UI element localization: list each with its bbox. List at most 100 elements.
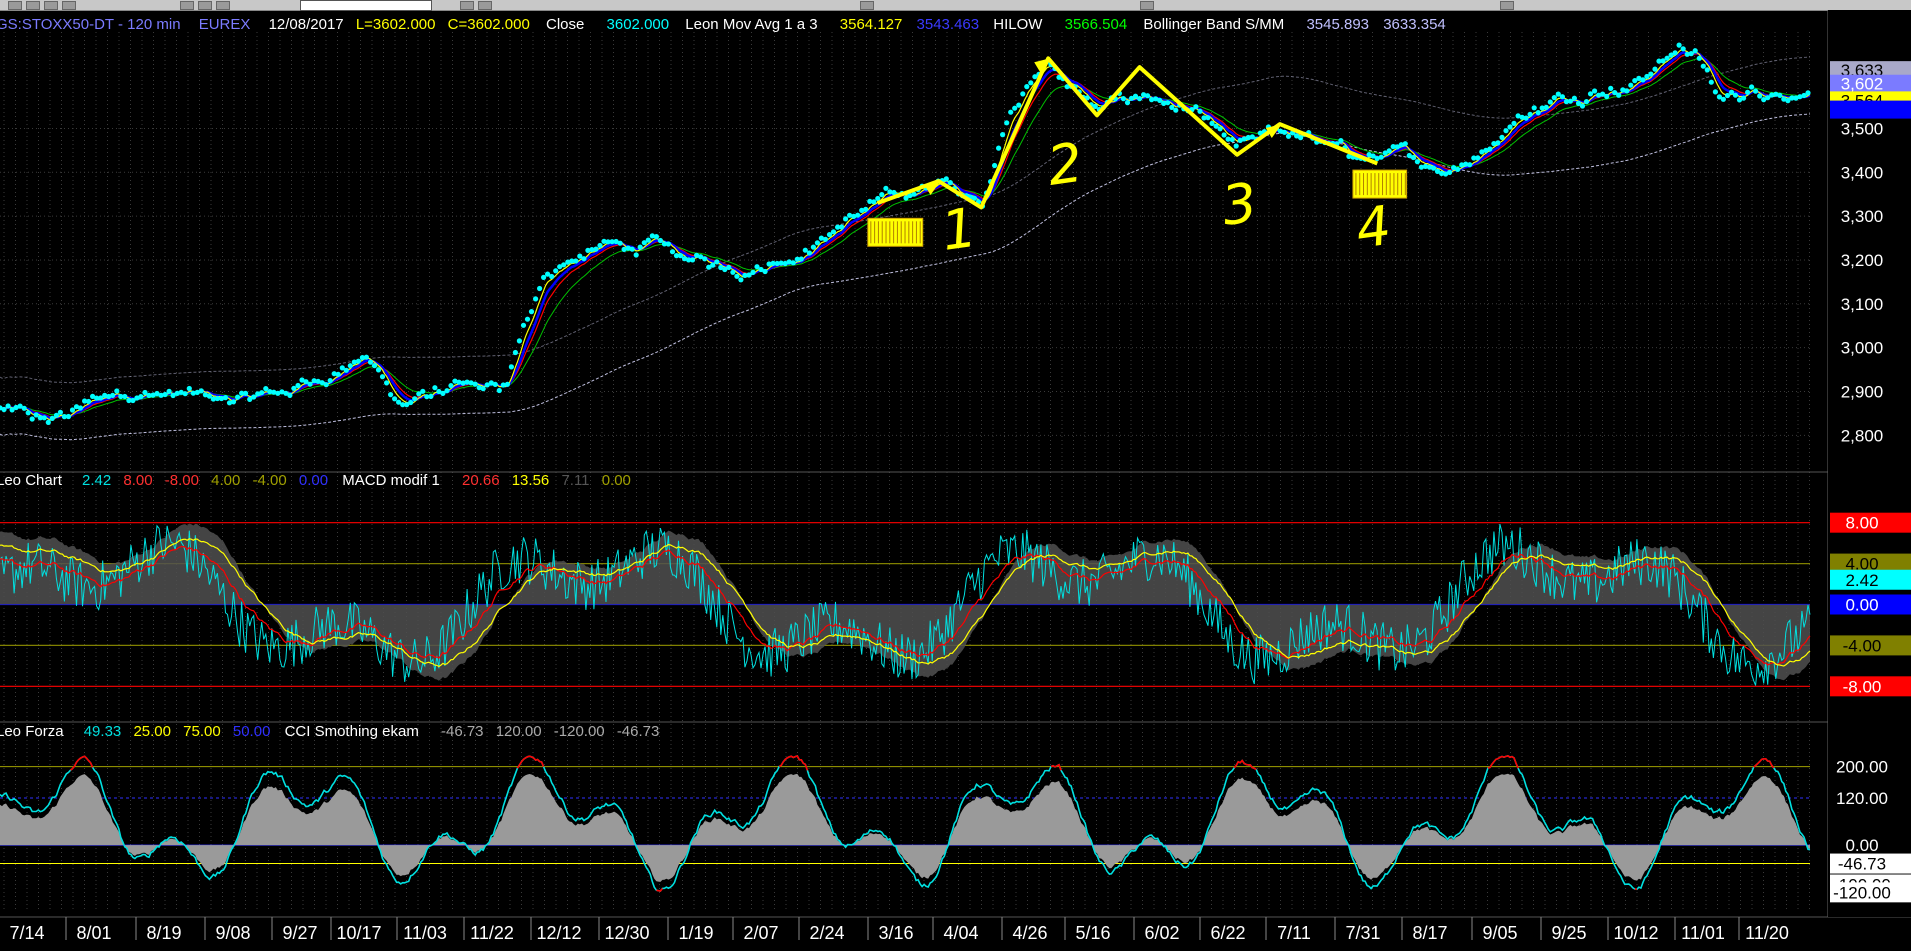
osc-value-5: -4.00 xyxy=(253,472,287,489)
macd-value-2: 13.56 xyxy=(512,472,550,489)
price-point xyxy=(1402,141,1408,147)
price-point xyxy=(335,371,341,377)
price-point xyxy=(537,285,543,292)
x-tick-label: 2/07 xyxy=(743,923,778,943)
price-point xyxy=(1487,146,1493,152)
price-point xyxy=(810,244,817,250)
price-point xyxy=(528,309,535,315)
price-point xyxy=(541,274,547,280)
cci-tag-label: -46.73 xyxy=(1838,855,1886,874)
price-point xyxy=(1414,159,1420,165)
cci-extra-4: -46.73 xyxy=(617,723,660,740)
price-point xyxy=(1749,84,1755,90)
price-point xyxy=(1233,143,1239,149)
price-point xyxy=(1430,165,1437,171)
price-point xyxy=(1193,104,1199,110)
cci-value-4: 50.00 xyxy=(233,723,271,740)
price-point xyxy=(1604,93,1610,100)
price-point xyxy=(472,381,478,387)
price-point xyxy=(492,381,498,387)
price-point xyxy=(1523,115,1529,121)
price-point xyxy=(533,296,539,302)
price-point xyxy=(388,392,394,398)
x-tick-label: 7/14 xyxy=(9,923,44,943)
close-value-text: C=3602.000 xyxy=(448,16,530,33)
price-point xyxy=(798,256,804,262)
cci-area xyxy=(0,773,1810,882)
price-point xyxy=(110,392,116,398)
x-tick-label: 9/08 xyxy=(215,923,250,943)
x-tick-label: 8/17 xyxy=(1412,923,1447,943)
price-point xyxy=(1386,148,1392,154)
cci-tick-label: 0.00 xyxy=(1845,836,1878,855)
price-point xyxy=(307,381,313,387)
price-point xyxy=(1741,95,1747,101)
price-point xyxy=(384,380,390,386)
bollinger-name: Bollinger Band S/MM xyxy=(1143,16,1284,33)
price-point xyxy=(1531,105,1537,111)
cci-extreme xyxy=(778,755,809,771)
price-point xyxy=(1378,154,1384,160)
osc-tag-label: 2.42 xyxy=(1845,571,1878,590)
price-point xyxy=(1680,46,1686,52)
x-tick-label: 11/03 xyxy=(403,923,447,943)
price-tick-label: 3,300 xyxy=(1841,207,1884,226)
x-tick-label: 11/20 xyxy=(1745,923,1789,943)
price-point xyxy=(1559,94,1565,100)
price-point xyxy=(637,244,643,250)
price-point xyxy=(367,359,374,365)
x-tick-label: 5/16 xyxy=(1075,923,1110,943)
osc-value-6: 0.00 xyxy=(299,472,328,489)
price-point xyxy=(734,273,740,279)
price-point xyxy=(45,419,51,425)
price-point xyxy=(1579,103,1586,109)
price-point xyxy=(1708,79,1714,85)
price-point xyxy=(1535,110,1541,116)
price-point xyxy=(1000,132,1006,138)
x-tick-label: 7/31 xyxy=(1345,923,1380,943)
price-point xyxy=(230,399,237,405)
price-point xyxy=(714,259,720,265)
price-point xyxy=(843,216,849,222)
price-point xyxy=(1732,92,1739,98)
price-tick-label: 2,900 xyxy=(1841,382,1884,401)
price-tick-label: 3,100 xyxy=(1841,295,1884,314)
stock-chart[interactable]: 123 4 2,8002,9003,0003,1003,2003,3003,400… xyxy=(0,0,1911,951)
price-point xyxy=(863,206,869,212)
price-point xyxy=(259,390,265,396)
price-point xyxy=(1648,71,1654,77)
price-point xyxy=(21,405,27,411)
price-point xyxy=(669,249,676,255)
price-point xyxy=(1008,109,1014,115)
x-tick-label: 3/16 xyxy=(878,923,913,943)
price-point xyxy=(653,234,660,240)
price-point xyxy=(992,162,998,169)
price-point xyxy=(947,180,953,186)
price-point xyxy=(1753,88,1759,94)
osc-subtitle: MACD modif 1 xyxy=(342,472,440,489)
osc-value-3: -8.00 xyxy=(165,472,199,489)
price-point xyxy=(5,403,11,409)
price-point xyxy=(392,396,398,402)
price-point xyxy=(1281,129,1288,135)
price-tick-label: 3,200 xyxy=(1841,251,1884,270)
price-tick-label: 3,500 xyxy=(1841,119,1884,138)
price-point xyxy=(1507,124,1513,130)
price-point xyxy=(49,415,55,421)
annotation-number: 3 xyxy=(1218,171,1261,238)
x-tick-label: 7/11 xyxy=(1277,923,1311,943)
price-point xyxy=(1571,95,1577,101)
macd-value-1: 20.66 xyxy=(462,472,500,489)
price-point xyxy=(1704,67,1710,73)
cci-extra-3: -120.00 xyxy=(554,723,605,740)
price-point xyxy=(1205,115,1211,121)
price-point xyxy=(77,405,84,411)
price-point xyxy=(1475,155,1481,161)
price-point xyxy=(295,382,301,389)
x-tick-label: 4/04 xyxy=(943,923,978,943)
price-point xyxy=(138,394,144,400)
hand-annotations: 123 4 xyxy=(867,56,1408,263)
price-point xyxy=(1527,111,1533,117)
price-point xyxy=(830,229,837,235)
price-point xyxy=(1624,88,1630,94)
